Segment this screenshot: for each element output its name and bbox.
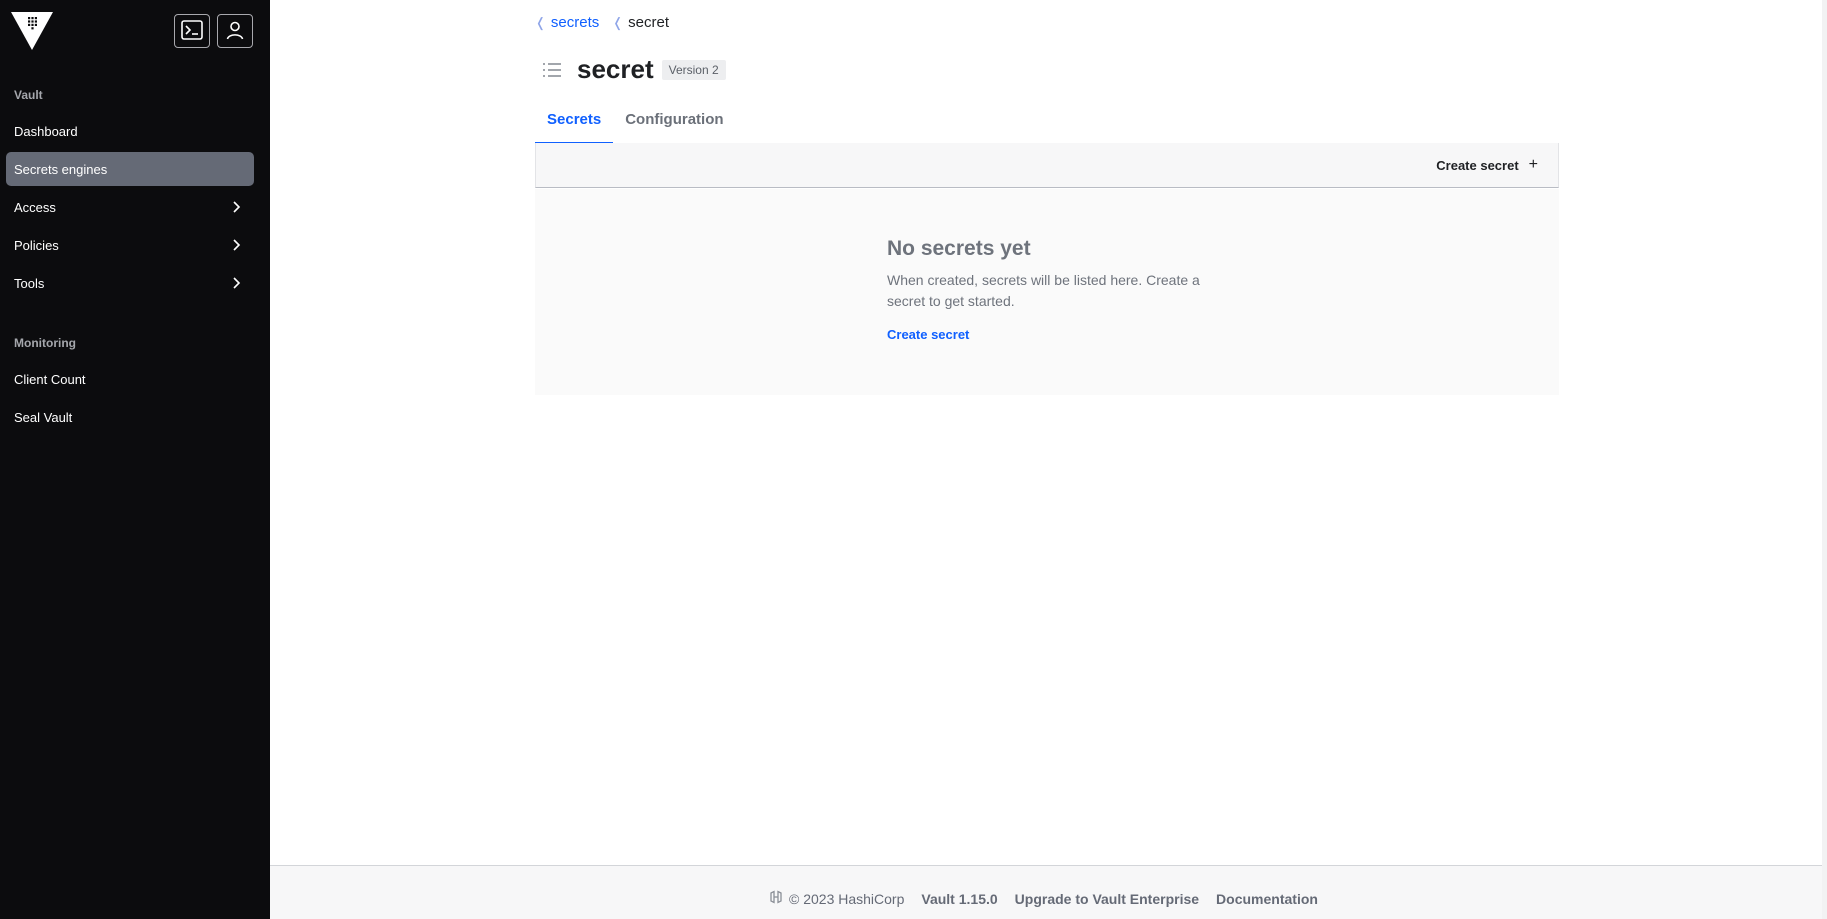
tab-bar: Secrets Configuration: [535, 104, 736, 144]
footer-documentation-link[interactable]: Documentation: [1216, 891, 1318, 907]
empty-state-title: No secrets yet: [887, 237, 1031, 260]
sidebar-item-label: Secrets engines: [14, 161, 108, 177]
footer-upgrade-link[interactable]: Upgrade to Vault Enterprise: [1015, 891, 1199, 907]
tab-secrets[interactable]: Secrets: [535, 104, 614, 144]
create-secret-button[interactable]: Create secret +: [1436, 156, 1538, 174]
chevron-right-icon: [228, 199, 244, 218]
sidebar-item-label: Tools: [14, 275, 45, 291]
sidebar-item-client-count[interactable]: Client Count: [6, 362, 254, 396]
main-content: ❬ secrets ❬ secret secret Version 2 Secr…: [270, 0, 1827, 919]
scrollbar[interactable]: [1822, 0, 1827, 919]
sidebar-item-label: Access: [14, 199, 56, 215]
empty-state-message: When created, secrets will be listed her…: [887, 272, 1200, 309]
chevron-left-icon: ❬: [612, 14, 624, 30]
section-heading-vault: Vault: [14, 88, 43, 102]
sidebar: Vault Dashboard Secrets engines Access P…: [0, 0, 270, 919]
page-header: secret Version 2: [541, 54, 726, 85]
user-menu-button[interactable]: [217, 14, 253, 48]
sidebar-item-access[interactable]: Access: [6, 190, 254, 224]
create-secret-label: Create secret: [1436, 157, 1519, 173]
page-title: secret: [577, 54, 654, 84]
breadcrumb: ❬ secrets ❬ secret: [535, 14, 669, 31]
sidebar-item-tools[interactable]: Tools: [6, 266, 254, 300]
sidebar-item-label: Client Count: [14, 371, 86, 387]
section-heading-monitoring: Monitoring: [14, 336, 76, 350]
footer: © 2023 HashiCorp Vault 1.15.0 Upgrade to…: [270, 865, 1822, 919]
hashicorp-logo-icon: [769, 890, 783, 907]
terminal-icon: [181, 19, 203, 43]
sidebar-item-label: Policies: [14, 237, 59, 253]
breadcrumb-current: secret: [628, 14, 670, 31]
chevron-right-icon: [228, 275, 244, 294]
list-icon: [541, 59, 563, 81]
chevron-right-icon: [228, 237, 244, 256]
sidebar-item-label: Dashboard: [14, 123, 78, 139]
version-badge: Version 2: [661, 59, 726, 80]
sidebar-item-secrets-engines[interactable]: Secrets engines: [6, 152, 254, 186]
sidebar-item-policies[interactable]: Policies: [6, 228, 254, 262]
breadcrumb-link-secrets[interactable]: secrets: [551, 14, 599, 31]
chevron-left-icon: ❬: [535, 14, 546, 30]
user-icon: [225, 20, 245, 43]
console-button[interactable]: [174, 14, 210, 48]
tab-configuration[interactable]: Configuration: [613, 104, 735, 144]
empty-state: No secrets yet When created, secrets wil…: [535, 189, 1559, 395]
toolbar: Create secret +: [535, 143, 1559, 188]
footer-copyright: © 2023 HashiCorp: [789, 890, 905, 907]
sidebar-item-label: Seal Vault: [14, 409, 73, 425]
footer-version: Vault 1.15.0: [921, 890, 998, 907]
vault-logo-icon[interactable]: [11, 12, 53, 50]
plus-icon: +: [1528, 156, 1538, 173]
empty-state-create-link[interactable]: Create secret: [887, 327, 969, 342]
sidebar-item-dashboard[interactable]: Dashboard: [6, 114, 254, 148]
sidebar-item-seal-vault[interactable]: Seal Vault: [6, 400, 254, 434]
